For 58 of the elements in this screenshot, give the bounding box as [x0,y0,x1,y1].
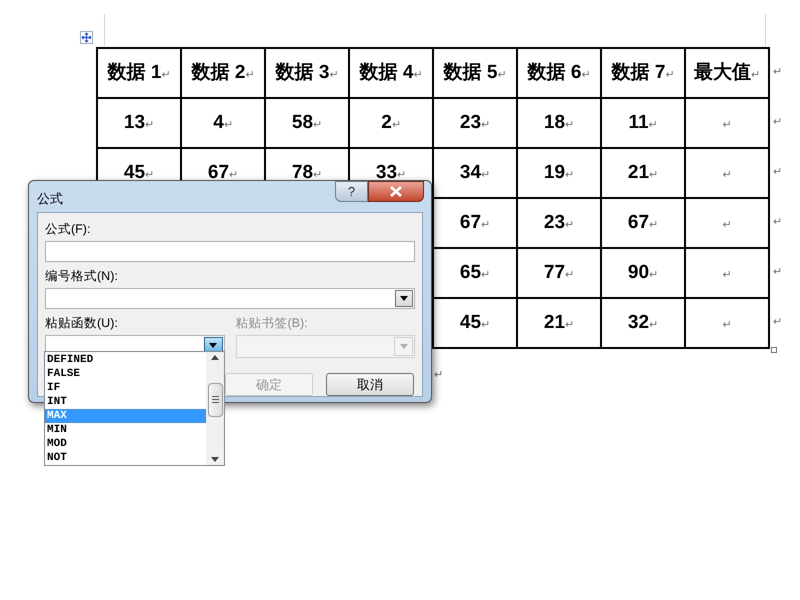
row-end-mark: ↵ [773,64,782,80]
column-header: 数据 2↵ [181,48,265,98]
row-end-mark: ↵ [773,114,782,130]
table-cell: 77↵ [517,248,601,298]
function-option[interactable]: DEFINED [45,353,206,367]
field-label: 公式(F): [45,221,92,237]
table-cell: 23↵ [433,98,517,148]
field-label: 粘贴函数(U): [45,315,119,331]
table-cell: 19↵ [517,148,601,198]
table-resize-handle[interactable] [771,347,777,353]
table-cell: 2↵ [349,98,433,148]
paragraph-mark: ↵ [434,368,443,383]
function-option[interactable]: INT [45,395,206,409]
scroll-down-icon[interactable] [211,457,219,462]
column-header: 数据 6↵ [517,48,601,98]
table-cell: ↵ [685,248,769,298]
function-option[interactable]: FALSE [45,367,206,381]
table-cell: 23↵ [517,198,601,248]
table-cell: 34↵ [433,148,517,198]
row-end-mark: ↵ [773,164,782,180]
column-header: 数据 7↵ [601,48,685,98]
field-label: 粘贴书签(B): [236,315,309,331]
field-label: 编号格式(N): [45,268,119,284]
table-cell: 21↵ [601,148,685,198]
help-button[interactable]: ? [335,181,368,202]
table-move-handle-icon[interactable] [80,31,93,44]
dialog-button[interactable]: 取消 [326,373,414,396]
window-title: 公式 [37,190,63,208]
table-cell: ↵ [685,98,769,148]
scroll-thumb[interactable] [208,382,222,416]
row-end-mark: ↵ [773,314,782,330]
table-cell: ↵ [685,298,769,348]
table-cell: 58↵ [265,98,349,148]
table-cell: 21↵ [517,298,601,348]
row-end-mark: ↵ [773,264,782,280]
function-option[interactable]: NOT [45,451,206,465]
formula-field[interactable] [45,241,415,262]
table-cell: 4↵ [181,98,265,148]
table-cell: 90↵ [601,248,685,298]
column-header: 数据 1↵ [97,48,181,98]
table-cell: 18↵ [517,98,601,148]
function-option[interactable]: MIN [45,423,206,437]
table-cell: 32↵ [601,298,685,348]
table-cell: 11↵ [601,98,685,148]
column-header: 最大值↵ [685,48,769,98]
table-cell: ↵ [685,148,769,198]
table-cell: ↵ [685,198,769,248]
row-end-mark: ↵ [773,214,782,230]
function-option[interactable]: MOD [45,437,206,451]
table-cell: 67↵ [601,198,685,248]
function-option[interactable]: IF [45,381,206,395]
close-button[interactable] [368,181,424,202]
column-header: 数据 3↵ [265,48,349,98]
close-icon [389,186,403,197]
table-cell: 13↵ [97,98,181,148]
scrollbar[interactable] [206,352,224,465]
column-header: 数据 5↵ [433,48,517,98]
column-header: 数据 4↵ [349,48,433,98]
